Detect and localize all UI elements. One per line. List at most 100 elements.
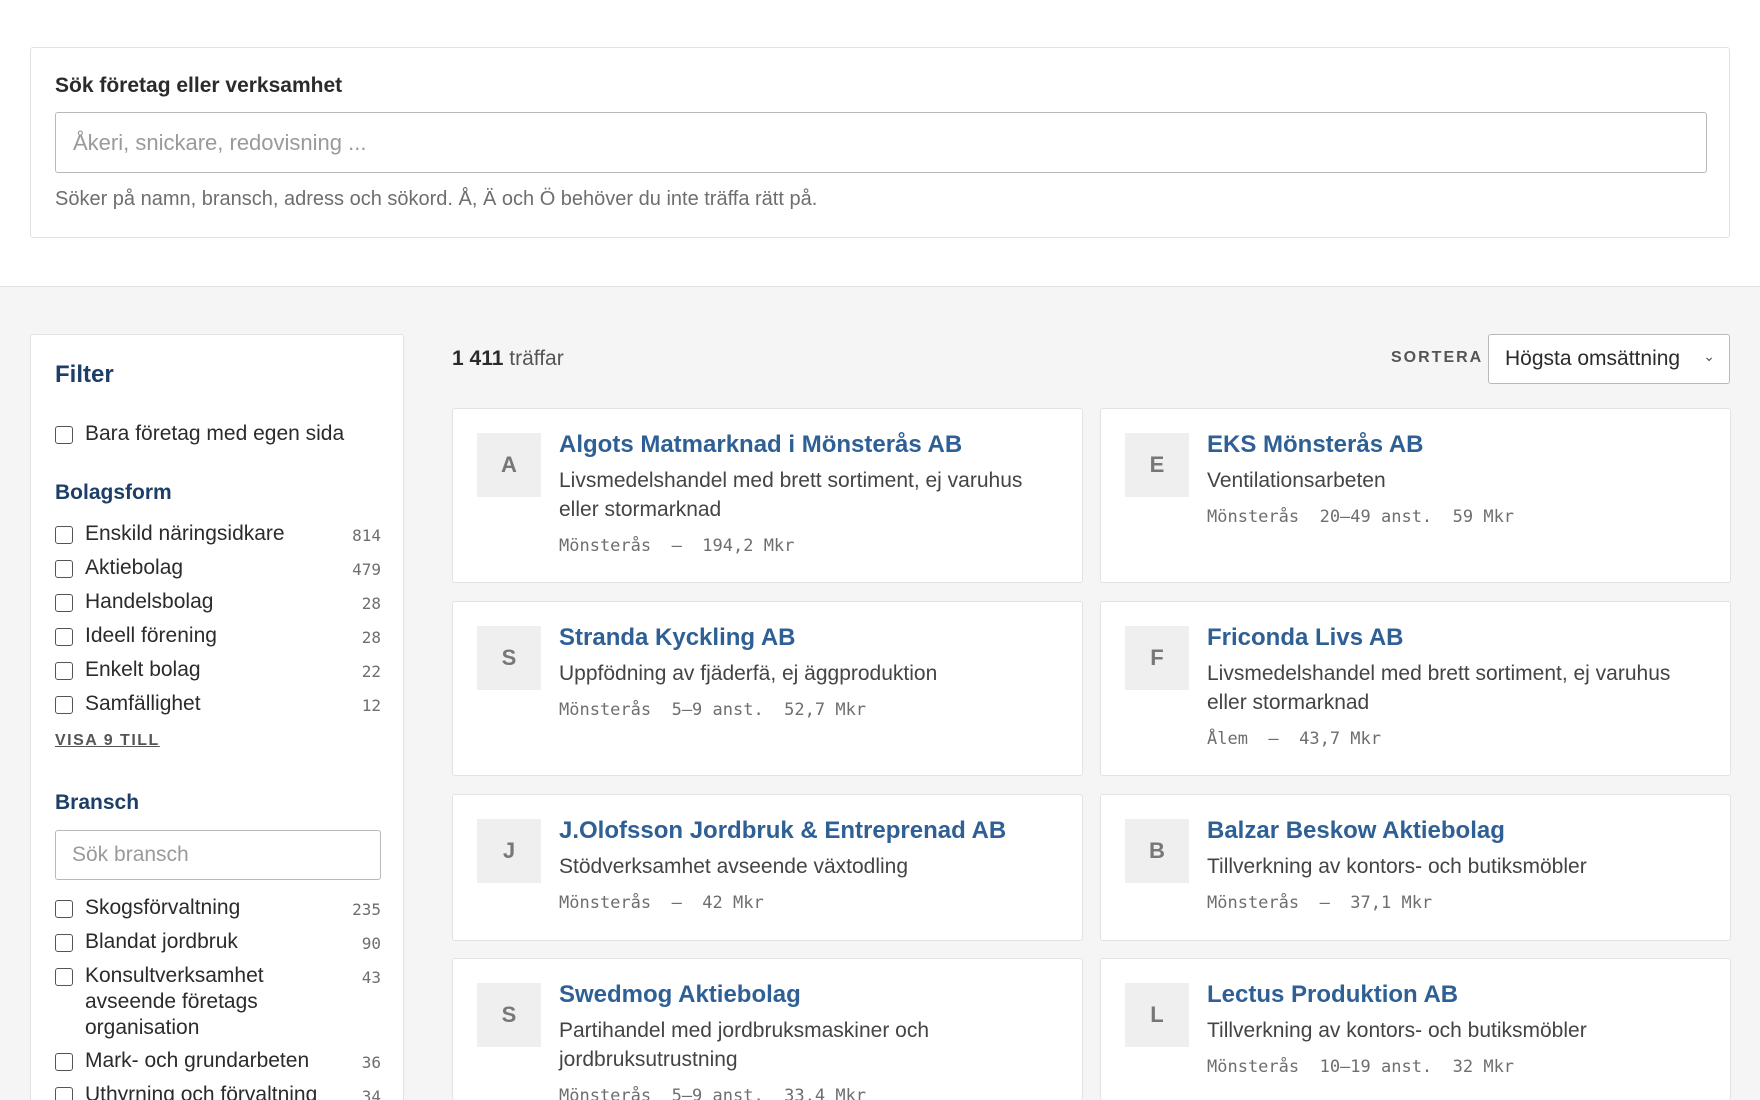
checkbox[interactable] (55, 426, 73, 444)
company-avatar: A (477, 433, 541, 497)
own-page-label: Bara företag med egen sida (85, 422, 345, 445)
company-meta: Mönsterås 5–9 anst. 33,4 Mkr (559, 1086, 867, 1100)
option-count: 22 (361, 662, 381, 681)
own-page-filter[interactable]: Bara företag med egen sida (55, 421, 381, 447)
company-name-link[interactable]: Balzar Beskow Aktiebolag (1207, 817, 1505, 845)
checkbox[interactable] (55, 696, 73, 714)
company-name-link[interactable]: Swedmog Aktiebolag (559, 981, 801, 1009)
filter-panel: Filter Bara företag med egen sida Bolags… (30, 334, 404, 1100)
checkbox[interactable] (55, 1053, 73, 1071)
bolagsform-option[interactable]: Enskild näringsidkare 814 (55, 521, 381, 549)
option-count: 28 (361, 594, 381, 613)
company-name-link[interactable]: Lectus Produktion AB (1207, 981, 1458, 1009)
option-label: Uthyrning och förvaltning (85, 1083, 318, 1100)
bransch-option[interactable]: Uthyrning och förvaltning 34 (55, 1082, 381, 1100)
search-title: Sök företag eller verksamhet (55, 74, 343, 97)
option-count: 235 (352, 900, 381, 919)
checkbox[interactable] (55, 934, 73, 952)
option-label: Konsultverksamhet avseende företags orga… (85, 964, 264, 1039)
hit-count: 1 411 träffar (452, 347, 564, 371)
company-meta: Mönsterås 10–19 anst. 32 Mkr (1207, 1057, 1515, 1077)
show-more-link[interactable]: VISA 9 TILL (55, 732, 160, 750)
option-count: 12 (361, 696, 381, 715)
branch-search-input[interactable] (55, 830, 381, 880)
option-label: Enskild näringsidkare (85, 522, 285, 545)
option-count: 90 (361, 934, 381, 953)
company-description: Partihandel med jordbruksmaskiner och jo… (559, 1019, 930, 1071)
company-card[interactable]: J J.Olofsson Jordbruk & Entreprenad AB S… (452, 794, 1083, 941)
option-label: Skogsförvaltning (85, 896, 241, 919)
company-description: Tillverkning av kontors- och butiksmöble… (1207, 1019, 1587, 1042)
sort-value: Högsta omsättning (1505, 347, 1681, 370)
company-name-link[interactable]: Friconda Livs AB (1207, 624, 1403, 652)
bolagsform-option[interactable]: Ideell förening 28 (55, 623, 381, 651)
company-meta: Mönsterås — 194,2 Mkr (559, 536, 795, 556)
option-label: Blandat jordbruk (85, 930, 238, 953)
chevron-down-icon: ⌄ (1703, 348, 1715, 364)
company-description: Uppfödning av fjäderfä, ej äggproduktion (559, 662, 938, 685)
company-avatar: L (1125, 983, 1189, 1047)
company-meta: Mönsterås 5–9 anst. 52,7 Mkr (559, 700, 867, 720)
company-meta: Mönsterås — 42 Mkr (559, 893, 764, 913)
hit-count-suffix: träffar (509, 347, 564, 370)
company-description: Tillverkning av kontors- och butiksmöble… (1207, 855, 1587, 878)
option-count: 43 (361, 968, 381, 987)
company-avatar: E (1125, 433, 1189, 497)
checkbox[interactable] (55, 900, 73, 918)
company-description: Stödverksamhet avseende växtodling (559, 855, 909, 878)
search-input[interactable] (55, 112, 1707, 173)
checkbox[interactable] (55, 628, 73, 646)
company-description: Ventilationsarbeten (1207, 469, 1386, 492)
bransch-title: Bransch (55, 791, 140, 814)
company-card[interactable]: B Balzar Beskow Aktiebolag Tillverkning … (1100, 794, 1731, 941)
company-card[interactable]: L Lectus Produktion AB Tillverkning av k… (1100, 958, 1731, 1100)
bolagsform-option[interactable]: Aktiebolag 479 (55, 555, 381, 583)
option-count: 814 (352, 526, 381, 545)
company-card[interactable]: E EKS Mönsterås AB Ventilationsarbeten M… (1100, 408, 1731, 583)
company-description: Livsmedelshandel med brett sortiment, ej… (559, 469, 1023, 521)
option-count: 36 (361, 1053, 381, 1072)
company-avatar: S (477, 626, 541, 690)
checkbox[interactable] (55, 1087, 73, 1100)
company-meta: Mönsterås 20–49 anst. 59 Mkr (1207, 507, 1515, 527)
bransch-option[interactable]: Mark- och grundarbeten 36 (55, 1048, 381, 1076)
search-card: Sök företag eller verksamhet Söker på na… (30, 47, 1730, 238)
option-label: Enkelt bolag (85, 658, 201, 681)
company-description: Livsmedelshandel med brett sortiment, ej… (1207, 662, 1671, 714)
bolagsform-option[interactable]: Handelsbolag 28 (55, 589, 381, 617)
filter-title: Filter (55, 361, 114, 388)
company-name-link[interactable]: J.Olofsson Jordbruk & Entreprenad AB (559, 817, 1006, 845)
company-card[interactable]: A Algots Matmarknad i Mönsterås AB Livsm… (452, 408, 1083, 583)
company-name-link[interactable]: Stranda Kyckling AB (559, 624, 796, 652)
checkbox[interactable] (55, 968, 73, 986)
checkbox[interactable] (55, 560, 73, 578)
sort-label: SORTERA (1391, 349, 1484, 366)
search-section: Sök företag eller verksamhet Söker på na… (0, 0, 1760, 287)
company-avatar: J (477, 819, 541, 883)
bransch-option[interactable]: Konsultverksamhet avseende företags orga… (55, 963, 381, 1041)
bolagsform-option[interactable]: Enkelt bolag 22 (55, 657, 381, 685)
checkbox[interactable] (55, 662, 73, 680)
company-meta: Ålem — 43,7 Mkr (1207, 729, 1381, 749)
option-label: Aktiebolag (85, 556, 184, 579)
option-count: 479 (352, 560, 381, 579)
company-card[interactable]: S Swedmog Aktiebolag Partihandel med jor… (452, 958, 1083, 1100)
company-name-link[interactable]: Algots Matmarknad i Mönsterås AB (559, 431, 962, 459)
company-avatar: S (477, 983, 541, 1047)
option-count: 34 (361, 1087, 381, 1100)
company-card[interactable]: S Stranda Kyckling AB Uppfödning av fjäd… (452, 601, 1083, 776)
bransch-option[interactable]: Blandat jordbruk 90 (55, 929, 381, 957)
checkbox[interactable] (55, 594, 73, 612)
company-meta: Mönsterås — 37,1 Mkr (1207, 893, 1433, 913)
checkbox[interactable] (55, 526, 73, 544)
hit-count-number: 1 411 (452, 347, 504, 370)
company-avatar: B (1125, 819, 1189, 883)
company-name-link[interactable]: EKS Mönsterås AB (1207, 431, 1424, 459)
option-label: Ideell förening (85, 624, 217, 647)
bolagsform-title: Bolagsform (55, 481, 172, 504)
option-label: Mark- och grundarbeten (85, 1049, 310, 1072)
company-card[interactable]: F Friconda Livs AB Livsmedelshandel med … (1100, 601, 1731, 776)
bolagsform-option[interactable]: Samfällighet 12 (55, 691, 381, 719)
sort-select[interactable]: Högsta omsättning ⌄ (1488, 334, 1730, 384)
bransch-option[interactable]: Skogsförvaltning 235 (55, 895, 381, 923)
